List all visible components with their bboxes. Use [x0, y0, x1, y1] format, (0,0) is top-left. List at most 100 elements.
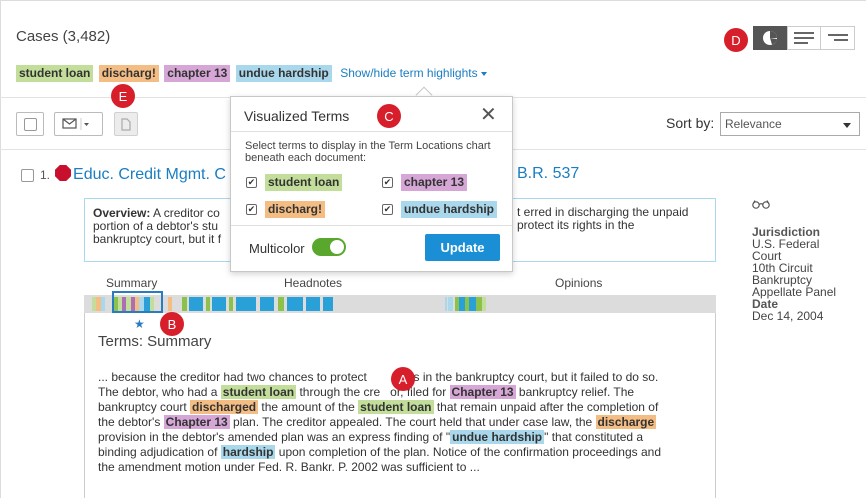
sort-select[interactable]: Relevance [720, 112, 860, 136]
term-mark[interactable] [260, 297, 274, 311]
checkbox-checked[interactable]: ✔ [382, 204, 393, 215]
snippet-text: binding adjudication of [98, 445, 221, 459]
snippet-text: bankruptcy court [98, 400, 191, 414]
checkbox-checked[interactable]: ✔ [382, 177, 393, 188]
snippet-text: ... because the creditor had two chances… [98, 370, 367, 384]
term-option-label: discharg! [265, 201, 326, 218]
caret-down-icon [480, 71, 487, 76]
snippet-highlight-hardship: hardship [220, 445, 276, 459]
result-number: 1. [40, 168, 51, 182]
download-button[interactable] [114, 112, 138, 136]
term-chip-chapter-13: chapter 13 [164, 65, 231, 82]
result-title-citation[interactable]: B.R. 537 [517, 165, 579, 183]
term-mark[interactable] [482, 297, 486, 311]
result-title-link[interactable]: Educ. Credit Mgmt. C [73, 166, 226, 183]
snippet-text: " that constituted a [544, 430, 644, 444]
term-mark[interactable] [236, 297, 256, 311]
sort-selected-value: Relevance [725, 117, 782, 131]
popup-description: Select terms to display in the Term Loca… [245, 140, 491, 164]
compact-view-button[interactable] [821, 26, 855, 50]
select-all-button[interactable] [16, 112, 44, 136]
term-option-chapter-13[interactable]: ✔ chapter 13 [382, 174, 468, 191]
term-mark[interactable] [278, 297, 284, 311]
term-mark[interactable] [182, 297, 187, 311]
list-view-button[interactable] [787, 26, 821, 50]
snippet-text: provision in the debtor's amended plan w… [98, 430, 451, 444]
term-option-discharg[interactable]: ✔ discharg! [246, 201, 326, 218]
term-option-label: chapter 13 [401, 174, 468, 191]
pie-chart-view-button[interactable] [753, 26, 787, 50]
result-checkbox[interactable] [21, 169, 34, 182]
term-highlights-row: student loan discharg! chapter 13 undue … [16, 64, 487, 82]
result-title-row: 1. Educ. Credit Mgmt. C [40, 165, 226, 184]
term-mark[interactable] [306, 297, 320, 311]
tab-opinions[interactable]: Opinions [555, 276, 602, 290]
snippet-text: upon completion of the plan. Notice of t… [275, 445, 662, 459]
pie-chart-icon [763, 31, 777, 45]
date-value: Dec 14, 2004 [752, 309, 824, 323]
term-option-undue-hardship[interactable]: ✔ undue hardship [382, 201, 497, 218]
snippet-text: the amendment motion under Fed. R. Bankr… [98, 460, 480, 474]
list-view-icon [794, 32, 814, 44]
checkbox-checked[interactable]: ✔ [246, 204, 257, 215]
show-hide-label: Show/hide term highlights [340, 66, 478, 80]
chevron-down-icon [843, 123, 851, 128]
snippet-text: The debtor, who had a [98, 385, 221, 399]
tab-summary[interactable]: Summary [106, 276, 157, 290]
snippet-highlight-discharge: discharge [595, 415, 657, 429]
selected-term-segment[interactable] [112, 291, 163, 313]
snippet-text: ghts in the bankruptcy court, but it fai… [396, 370, 659, 384]
snippet-highlight-student-loan: student loan [358, 400, 434, 414]
term-chip-undue-hardship: undue hardship [235, 65, 332, 82]
term-mark[interactable] [469, 297, 476, 311]
term-option-label: undue hardship [401, 201, 497, 218]
visualized-terms-popup: Visualized Terms ✕ Select terms to displ… [230, 96, 513, 272]
divider [231, 225, 512, 226]
term-mark[interactable] [287, 297, 303, 311]
show-hide-highlights-link[interactable]: Show/hide term highlights [340, 66, 487, 80]
page-title: Cases (3,482) [16, 28, 111, 45]
snippet-highlight-chapter-13: Chapter 13 [163, 415, 230, 429]
callout-badge-d: D [724, 28, 748, 52]
email-dropdown-button[interactable] [54, 112, 103, 136]
callout-badge-a: A [391, 367, 415, 391]
term-mark[interactable] [206, 297, 210, 311]
term-locations-chart [84, 295, 716, 313]
snippet-text: plan. The creditor appealed. The court h… [229, 415, 596, 429]
toggle-knob [330, 240, 344, 254]
snippet-text: through the cre [296, 385, 381, 399]
terms-summary-title: Terms: Summary [98, 333, 212, 350]
term-option-student-loan[interactable]: ✔ student loan [246, 174, 343, 191]
snippet-highlight-chapter-13: Chapter 13 [449, 385, 516, 399]
term-mark[interactable] [323, 297, 333, 311]
term-mark[interactable] [229, 297, 233, 311]
term-mark[interactable] [212, 297, 226, 311]
document-icon [121, 117, 131, 131]
callout-badge-c: C [377, 104, 401, 128]
term-option-label: student loan [265, 174, 343, 191]
term-mark[interactable] [101, 297, 105, 311]
envelope-icon [62, 118, 89, 130]
sort-label: Sort by: [666, 115, 715, 131]
callout-badge-e: E [111, 84, 135, 108]
checkbox-icon [23, 117, 37, 131]
snippet-text: that remain unpaid after the completion … [433, 400, 659, 414]
close-icon[interactable]: ✕ [480, 105, 497, 125]
term-chip-student-loan: student loan [16, 65, 94, 82]
tab-headnotes[interactable]: Headnotes [284, 276, 342, 290]
compact-view-icon [827, 34, 848, 41]
checkbox-checked[interactable]: ✔ [246, 177, 257, 188]
term-chip-discharg: discharg! [98, 65, 159, 82]
multicolor-label: Multicolor [249, 241, 305, 256]
term-mark[interactable] [189, 297, 203, 311]
overview-line1-start: A creditor co [153, 206, 220, 220]
term-mark[interactable] [445, 297, 447, 311]
term-mark[interactable] [448, 297, 453, 311]
snippet-highlight-discharged: discharged [190, 400, 259, 414]
update-button[interactable]: Update [425, 234, 500, 261]
snippet-text: the amount of the [258, 400, 359, 414]
red-flag-icon [55, 165, 72, 181]
multicolor-toggle[interactable] [312, 238, 346, 256]
snippet-highlight-undue-hardship: undue hardship [450, 430, 545, 444]
term-mark[interactable] [168, 297, 172, 311]
